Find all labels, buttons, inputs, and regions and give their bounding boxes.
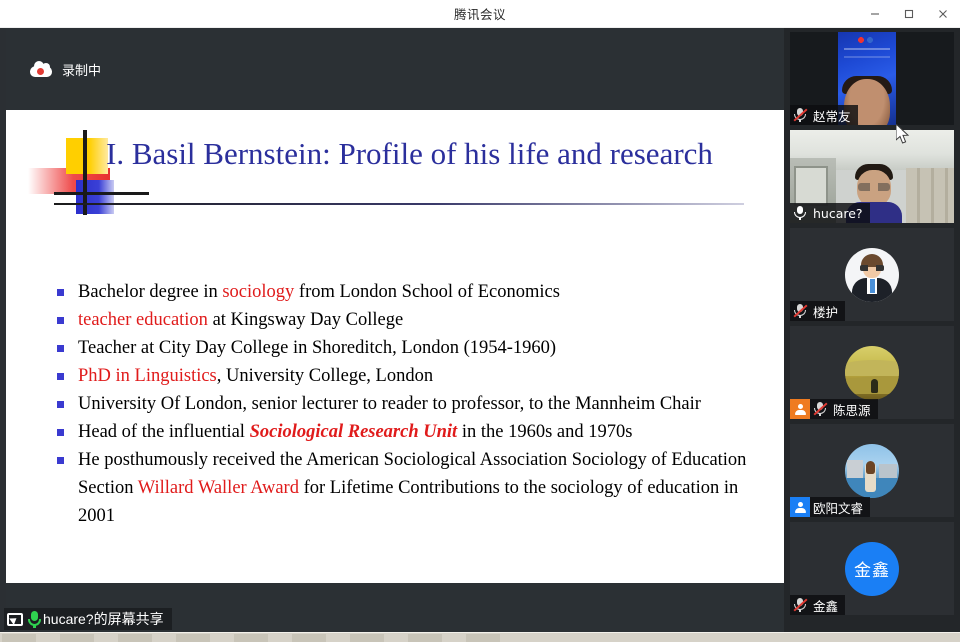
bullet-text-run: Head of the influential — [78, 422, 250, 442]
taskbar-items[interactable] — [2, 634, 502, 642]
slide-bullet-item: teacher education at Kingsway Day Colleg… — [52, 306, 752, 334]
participant-nameplate: hucare? — [790, 203, 870, 223]
bullet-text-run: Teacher at City Day College in Shoreditc… — [78, 338, 557, 358]
bullet-text-run: from London School of Economics — [294, 282, 560, 302]
shared-screen-region: 录制中 I. Basil Bernstein: Profile of his l… — [6, 28, 784, 632]
microphone-muted-icon — [810, 399, 830, 419]
screen-share-label: hucare?的屏幕共享 — [43, 611, 164, 627]
participant-tile[interactable]: 陈思源 — [790, 326, 954, 419]
avatar: 金鑫 — [845, 541, 899, 596]
bullet-text-run: in the 1960s and 1970s — [457, 422, 633, 442]
participant-tile[interactable]: hucare? — [790, 130, 954, 223]
microphone-icon — [27, 610, 41, 628]
meeting-body: 录制中 I. Basil Bernstein: Profile of his l… — [0, 28, 960, 632]
bullet-text-run: Sociological Research Unit — [249, 422, 458, 442]
participant-name: 金鑫 — [813, 598, 839, 614]
slide-bullet-item: University Of London, senior lecturer to… — [52, 390, 752, 418]
host-badge-icon — [790, 399, 810, 419]
participant-name: 欧阳文睿 — [813, 500, 864, 516]
bullet-text-run: Bachelor degree in — [78, 282, 223, 302]
close-icon[interactable] — [926, 0, 960, 28]
bullet-marker-icon — [57, 373, 64, 380]
participant-tile[interactable]: 欧阳文睿 — [790, 424, 954, 517]
cloud-recording-icon — [30, 60, 52, 77]
recording-bar: 录制中 — [6, 28, 784, 110]
microphone-icon — [790, 203, 810, 223]
screen: 腾讯会议 录制中 I. Basil Bernstein: Profile of … — [0, 0, 960, 642]
bullet-text-run: teacher education — [78, 310, 208, 330]
bullet-marker-icon — [57, 345, 64, 352]
window-controls — [858, 0, 960, 28]
participant-name: hucare? — [813, 205, 863, 221]
screen-share-indicator: hucare?的屏幕共享 — [4, 608, 172, 630]
bullet-text-run: at Kingsway Day College — [207, 310, 404, 330]
bullet-text-run: University Of London, senior lecturer to… — [78, 394, 701, 414]
bullet-text-run: , University College, London — [216, 366, 434, 386]
slide-bullet-item: Teacher at City Day College in Shoreditc… — [52, 334, 752, 362]
bullet-marker-icon — [57, 289, 64, 296]
slide-title-block: I. Basil Bernstein: Profile of his life … — [6, 130, 784, 215]
bullet-text-run: Willard Waller Award — [137, 478, 299, 498]
window-titlebar: 腾讯会议 — [0, 0, 960, 28]
participant-nameplate: 欧阳文睿 — [790, 497, 871, 517]
screen-share-icon — [7, 612, 23, 626]
microphone-muted-icon — [790, 105, 810, 125]
mouse-cursor — [895, 122, 912, 146]
microphone-muted-icon — [790, 301, 810, 321]
maximize-icon[interactable] — [892, 0, 926, 28]
slide-title: I. Basil Bernstein: Profile of his life … — [106, 136, 713, 171]
avatar — [845, 247, 899, 302]
minimize-icon[interactable] — [858, 0, 892, 28]
bullet-marker-icon — [57, 401, 64, 408]
avatar — [845, 345, 899, 400]
participant-nameplate: 赵常友 — [790, 105, 858, 125]
participant-nameplate: 楼护 — [790, 301, 846, 321]
participant-nameplate: 陈思源 — [790, 399, 878, 419]
participant-nameplate: 金鑫 — [790, 595, 846, 615]
participant-name: 楼护 — [813, 304, 839, 320]
slide-bullet-item: He posthumously received the American So… — [52, 446, 752, 530]
recording-label: 录制中 — [62, 62, 102, 78]
tencent-meeting-window: 腾讯会议 录制中 I. Basil Bernstein: Profile of … — [0, 0, 960, 632]
microphone-muted-icon — [790, 595, 810, 615]
participant-sidebar[interactable]: 赵常友 hucare? 楼护陈思源欧阳文睿金鑫 金鑫 — [784, 28, 960, 632]
window-title: 腾讯会议 — [453, 8, 506, 22]
slide-bullet-item: PhD in Linguistics, University College, … — [52, 362, 752, 390]
slide-bullet-list: Bachelor degree in sociology from London… — [52, 278, 752, 530]
bullet-marker-icon — [57, 457, 64, 464]
slide-title-underline — [54, 203, 744, 205]
bullet-marker-icon — [57, 429, 64, 436]
participant-tile[interactable]: 赵常友 — [790, 32, 954, 125]
participant-tile[interactable]: 金鑫 金鑫 — [790, 522, 954, 615]
user-badge-icon — [790, 497, 810, 517]
slide-bullet-item: Head of the influential Sociological Res… — [52, 418, 752, 446]
windows-taskbar[interactable] — [0, 632, 960, 642]
avatar — [845, 443, 899, 498]
slide-bullet-item: Bachelor degree in sociology from London… — [52, 278, 752, 306]
participant-name: 赵常友 — [813, 108, 851, 124]
participant-name: 陈思源 — [833, 402, 871, 418]
bullet-marker-icon — [57, 317, 64, 324]
presentation-slide: I. Basil Bernstein: Profile of his life … — [6, 110, 784, 583]
participant-tile[interactable]: 楼护 — [790, 228, 954, 321]
bullet-text-run: sociology — [222, 282, 295, 302]
bullet-text-run: PhD in Linguistics — [78, 366, 217, 386]
